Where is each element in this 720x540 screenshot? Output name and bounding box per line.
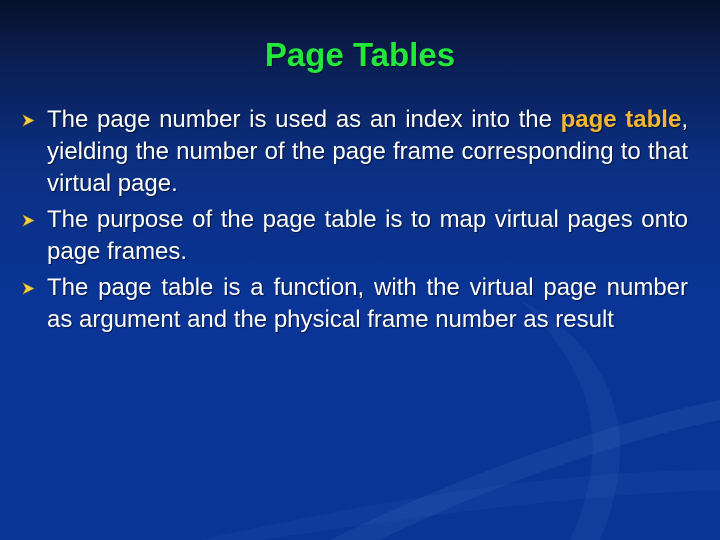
arrowhead-bullet-icon xyxy=(22,114,35,127)
bullet-item: The purpose of the page table is to map … xyxy=(20,204,688,268)
arrowhead-bullet-icon xyxy=(22,282,35,295)
arrowhead-bullet-icon xyxy=(22,214,35,227)
slide-title: Page Tables xyxy=(264,36,456,73)
bullet-item: The page table is a function, with the v… xyxy=(20,272,688,336)
bullet-item: The page number is used as an index into… xyxy=(20,104,688,200)
bullet-text-before: The page number is used as an index into… xyxy=(47,106,561,133)
bullet-list: The page number is used as an index into… xyxy=(20,104,688,340)
bullet-text: The page table is a function, with the v… xyxy=(47,274,688,333)
highlight-term: page table xyxy=(560,106,682,133)
bullet-text: The purpose of the page table is to map … xyxy=(47,206,688,265)
